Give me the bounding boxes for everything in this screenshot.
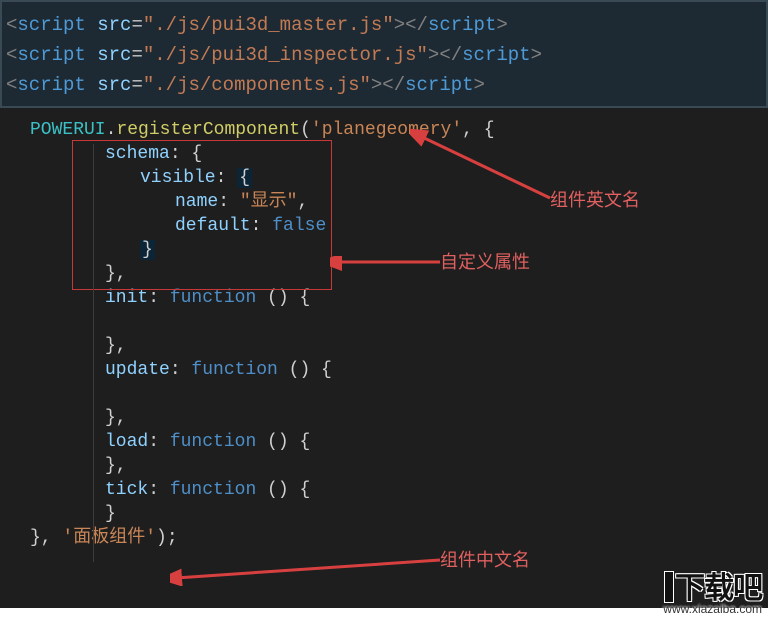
- js-code-snippet: POWERUI.registerComponent('planegeomery'…: [0, 108, 768, 608]
- annotation-chinese-name: 组件中文名: [440, 548, 530, 572]
- script-line-3: <script src="./js/components.js"></scrip…: [6, 70, 762, 100]
- line-visible-end: }: [30, 238, 768, 262]
- line-load-end: },: [30, 454, 768, 478]
- line-name: name: "显示",: [30, 190, 768, 214]
- line-register: POWERUI.registerComponent('planegeomery'…: [30, 118, 768, 142]
- blank: [30, 310, 768, 334]
- blank: [30, 382, 768, 406]
- line-close: }, '面板组件');: [30, 526, 768, 550]
- line-tick-end: }: [30, 502, 768, 526]
- indent-guide: [93, 144, 94, 562]
- line-init-end: },: [30, 334, 768, 358]
- line-update: update: function () {: [30, 358, 768, 382]
- script-line-2: <script src="./js/pui3d_inspector.js"></…: [6, 40, 762, 70]
- line-update-end: },: [30, 406, 768, 430]
- line-default: default: false: [30, 214, 768, 238]
- html-script-snippet: <script src="./js/pui3d_master.js"></scr…: [0, 0, 768, 108]
- line-schema-end: },: [30, 262, 768, 286]
- arrow-to-chinese-name: [170, 556, 450, 586]
- line-visible: visible: {: [30, 166, 768, 190]
- line-init: init: function () {: [30, 286, 768, 310]
- script-line-1: <script src="./js/pui3d_master.js"></scr…: [6, 10, 762, 40]
- line-schema: schema: {: [30, 142, 768, 166]
- line-tick: tick: function () {: [30, 478, 768, 502]
- line-load: load: function () {: [30, 430, 768, 454]
